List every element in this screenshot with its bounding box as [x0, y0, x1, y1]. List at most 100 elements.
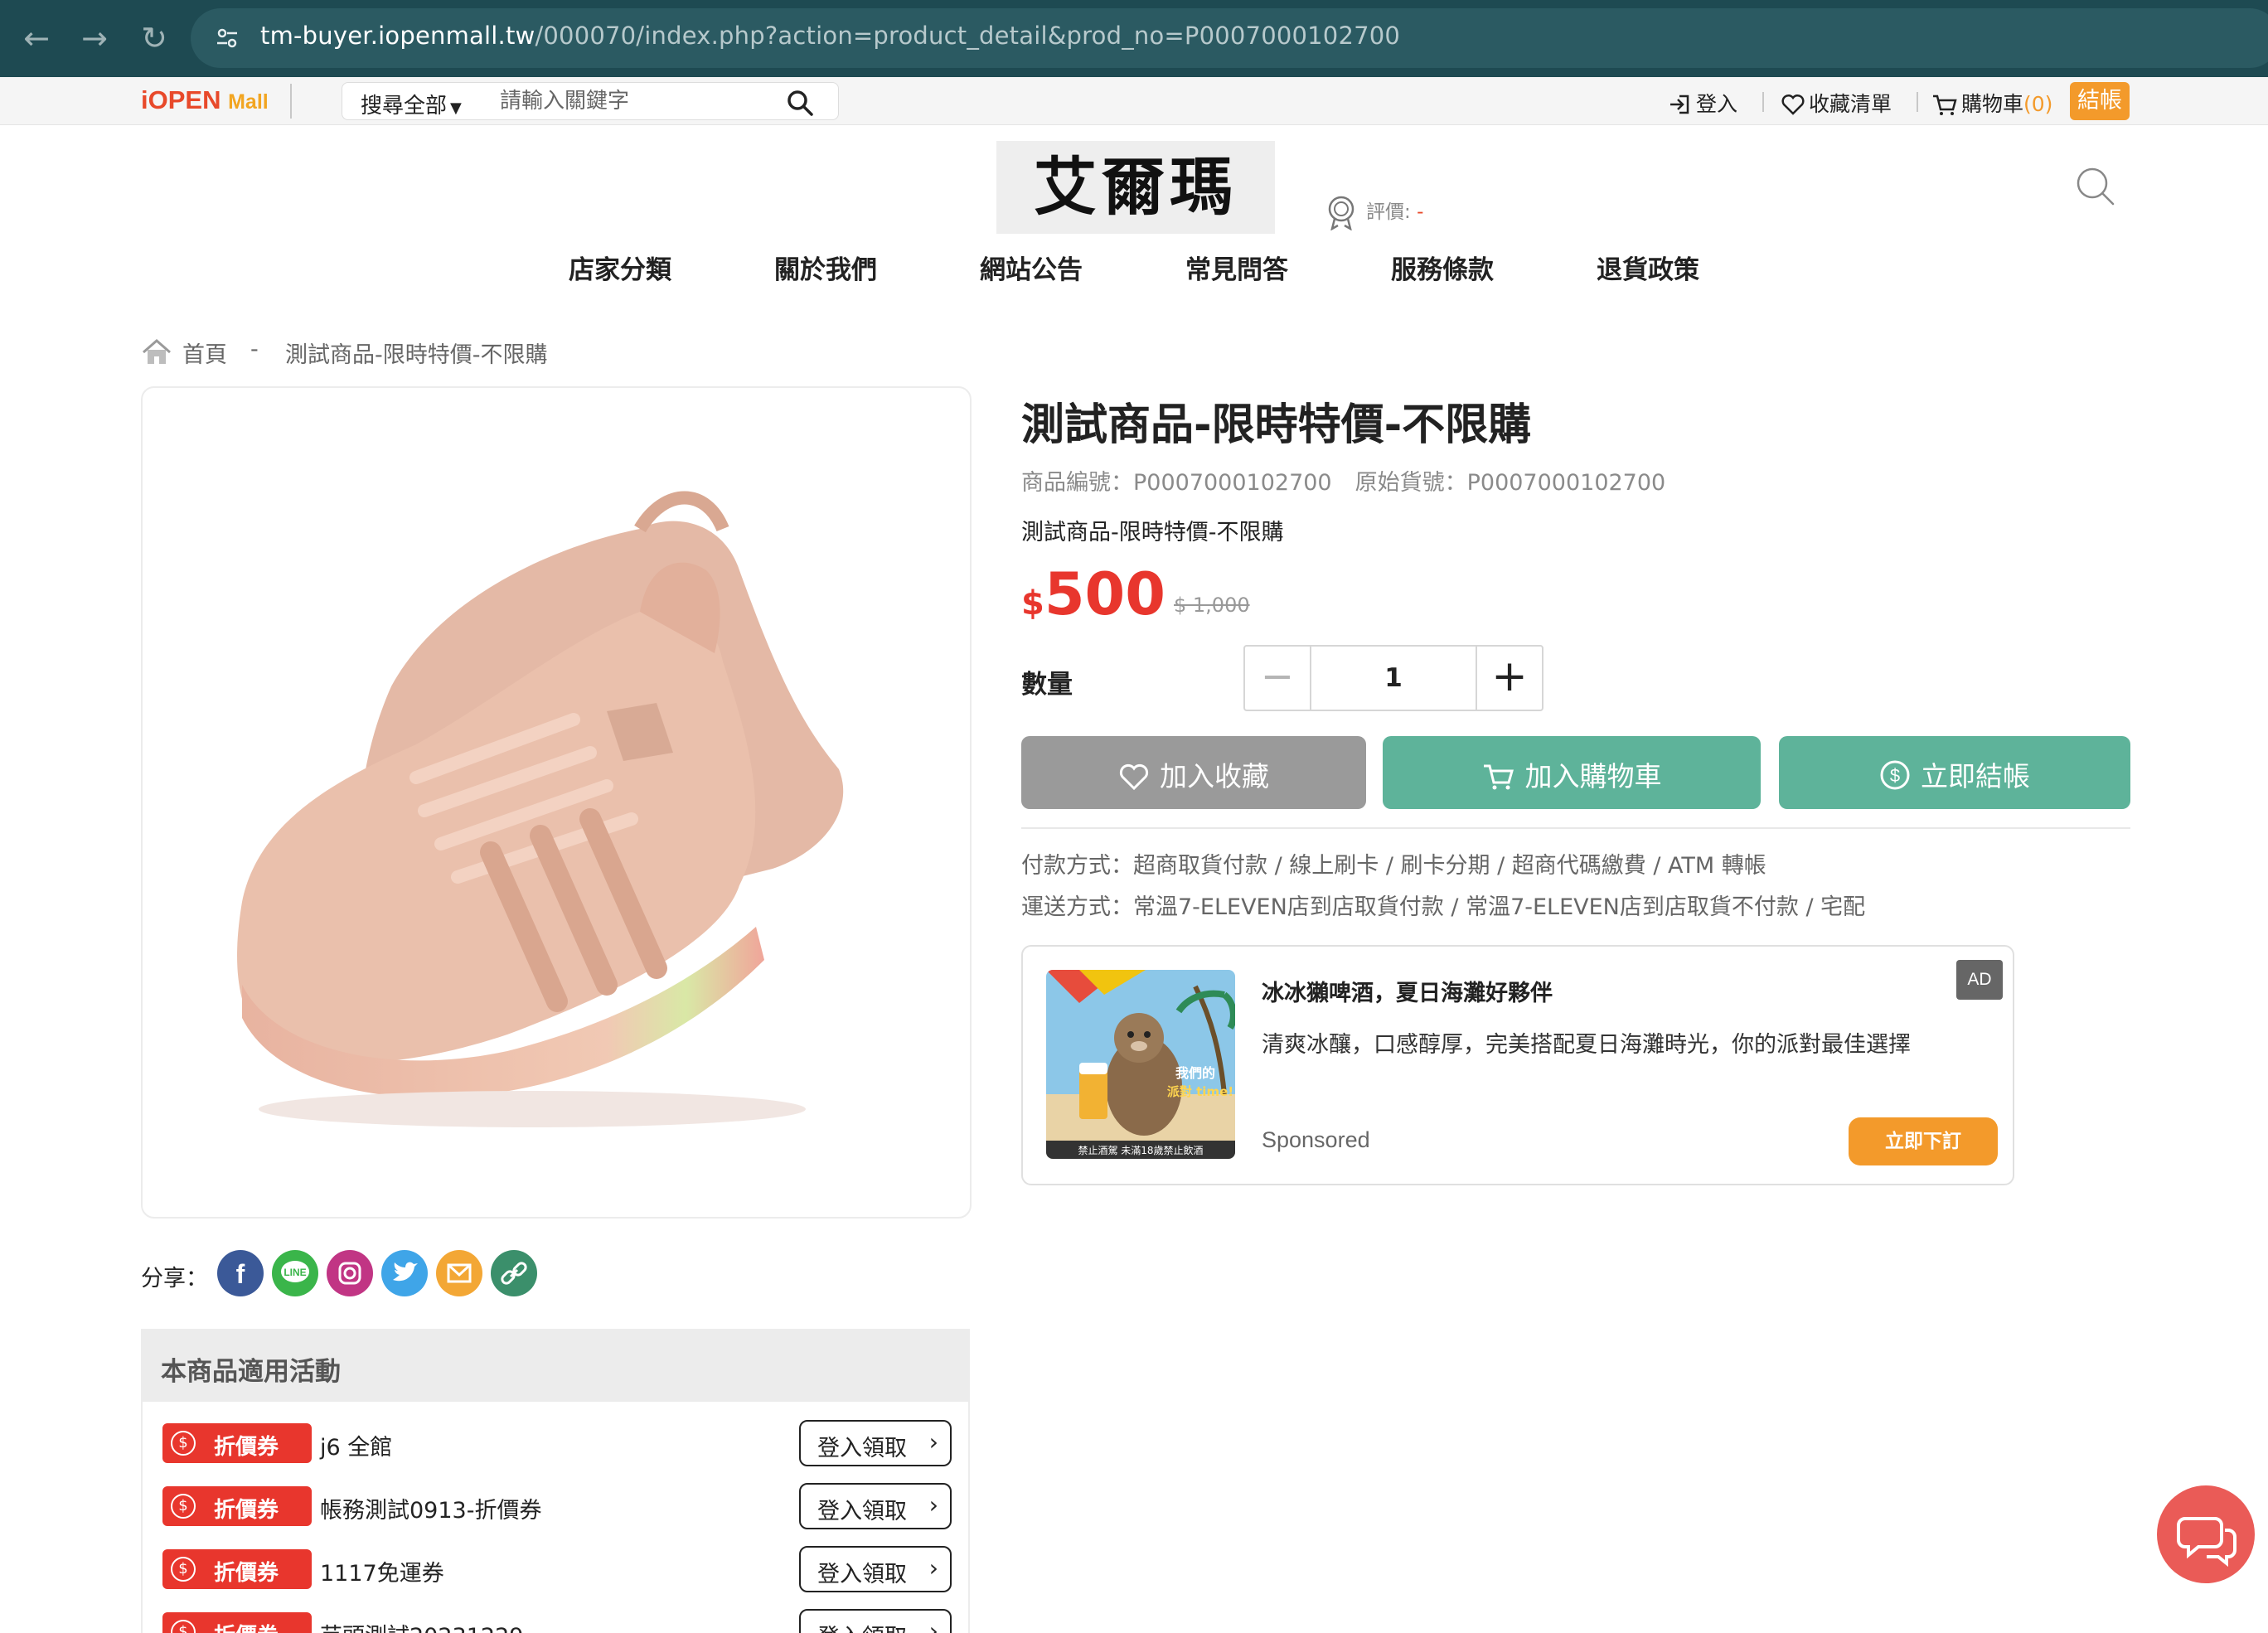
share-label: 分享：: [141, 1266, 208, 1291]
url-text: tm-buyer.iopenmall.tw/000070/index.php?a…: [260, 22, 1400, 50]
ad-image-caption-2: 派對 time!: [1167, 1084, 1233, 1099]
product-subtitle: 測試商品-限時特價-不限購: [1021, 520, 1284, 545]
product-code: 商品編號：P0007000102700: [1021, 470, 1332, 496]
breadcrumb-home[interactable]: 首頁: [182, 337, 227, 369]
chat-button[interactable]: [2157, 1485, 2255, 1583]
reload-icon[interactable]: ↻: [134, 18, 174, 58]
rating-value: -: [1417, 201, 1424, 223]
product-title: 測試商品-限時特價-不限購: [1021, 400, 1532, 450]
utility-bar: iOPEN Mall 搜尋全部▼ 登入 收藏清單 購物車(0) 結帳: [0, 77, 2268, 125]
checkout-button[interactable]: 結帳: [2070, 82, 2130, 120]
wishlist-link[interactable]: 收藏清單: [1781, 88, 1892, 118]
ad-image-footer: 禁止酒駕 未滿18歲禁止飲酒: [1078, 1144, 1203, 1156]
product-image[interactable]: [141, 386, 972, 1219]
facebook-icon[interactable]: f: [217, 1250, 264, 1296]
search-icon[interactable]: [785, 88, 815, 118]
address-bar[interactable]: tm-buyer.iopenmall.tw/000070/index.php?a…: [191, 8, 2268, 68]
back-icon[interactable]: ←: [17, 18, 56, 58]
store-rating: 評價: -: [1366, 196, 1423, 224]
site-settings-icon[interactable]: [214, 25, 240, 51]
claim-coupon-button[interactable]: 登入領取 ›: [799, 1420, 952, 1466]
quantity-increase-button[interactable]: +: [1476, 647, 1542, 710]
login-icon: [1670, 94, 1689, 114]
caret-down-icon: ▼: [450, 99, 462, 117]
dollar-icon: $: [171, 1494, 196, 1519]
list-item: $ 折價券 j6 全館 登入領取 ›: [162, 1420, 952, 1466]
claim-coupon-button[interactable]: 登入領取 ›: [799, 1483, 952, 1529]
nav-item-announcements[interactable]: 網站公告: [980, 249, 1083, 286]
coupon-name: j6 全館: [320, 1435, 393, 1461]
nav-item-faq[interactable]: 常見問答: [1185, 249, 1288, 286]
iopen-mall-logo[interactable]: iOPEN Mall: [141, 85, 269, 115]
ad-image[interactable]: 我們的 派對 time! 禁止酒駕 未滿18歲禁止飲酒: [1046, 970, 1235, 1159]
copy-link-icon[interactable]: [491, 1250, 537, 1296]
dollar-circle-icon: $: [1880, 760, 1910, 790]
buy-now-button[interactable]: $ 立即結帳: [1779, 736, 2130, 809]
ad-description: 清爽冰釀，口感醇厚，完美搭配夏日海灘時光，你的派對最佳選擇: [1262, 1032, 1911, 1058]
store-logo[interactable]: 艾爾瑪: [996, 141, 1275, 234]
nav-item-categories[interactable]: 店家分類: [569, 249, 671, 286]
payment-methods: 付款方式：超商取貨付款 / 線上刷卡 / 刷卡分期 / 超商代碼繳費 / ATM…: [1021, 847, 1766, 879]
line-icon[interactable]: LINE: [272, 1250, 318, 1296]
claim-coupon-label: 登入領取: [817, 1562, 907, 1587]
original-price: $ 1,000: [1174, 594, 1250, 617]
instagram-icon[interactable]: [327, 1250, 373, 1296]
nav-item-return-policy[interactable]: 退貨政策: [1597, 249, 1699, 286]
rating-label: 評價:: [1366, 201, 1411, 223]
logo-main: iOPEN: [141, 85, 221, 114]
breadcrumb-separator: -: [250, 337, 259, 362]
coupon-badge: $ 折價券: [162, 1612, 312, 1633]
cart-count: (0): [2023, 92, 2053, 116]
nav-item-terms[interactable]: 服務條款: [1391, 249, 1494, 286]
logo-sub: Mall: [228, 90, 269, 114]
url-host: tm-buyer.iopenmall.tw: [260, 22, 536, 50]
coupon-name: 帳務測試0913-折價券: [320, 1498, 542, 1524]
svg-text:f: f: [236, 1259, 245, 1289]
home-icon[interactable]: [141, 338, 172, 366]
claim-coupon-button[interactable]: 登入領取 ›: [799, 1609, 952, 1633]
price-amount: 500: [1044, 560, 1166, 628]
coupon-badge-label: 折價券: [214, 1561, 279, 1586]
cart-icon: [1483, 764, 1514, 790]
coupon-name: 芸頭測試20231229: [320, 1618, 523, 1633]
search-input[interactable]: [500, 86, 782, 116]
add-to-wishlist-label: 加入收藏: [1160, 760, 1269, 792]
original-product-code: 原始貨號：P0007000102700: [1354, 470, 1666, 496]
ad-badge: AD: [1956, 960, 2003, 1000]
rating-badge-icon: [1328, 196, 1354, 230]
shipping-methods: 運送方式：常溫7-ELEVEN店到店取貨付款 / 常溫7-ELEVEN店到店取貨…: [1021, 889, 1865, 921]
price-currency: $: [1021, 584, 1044, 623]
divider: [1917, 92, 1918, 112]
quantity-value[interactable]: 1: [1311, 647, 1476, 710]
search-scope-label: 搜尋全部: [361, 94, 448, 119]
nav-item-about[interactable]: 關於我們: [774, 249, 877, 286]
ad-order-button[interactable]: 立即下訂: [1849, 1117, 1998, 1165]
heart-icon: [1781, 94, 1805, 115]
twitter-icon[interactable]: [381, 1250, 428, 1296]
chevron-right-icon: ›: [928, 1428, 938, 1456]
email-icon[interactable]: [436, 1250, 482, 1296]
claim-coupon-button[interactable]: 登入領取 ›: [799, 1546, 952, 1592]
forward-icon[interactable]: →: [75, 18, 114, 58]
search-icon[interactable]: [2075, 166, 2116, 207]
dollar-icon: $: [171, 1431, 196, 1456]
cart-label: 購物車: [1961, 92, 2024, 116]
activities-title: 本商品適用活動: [161, 1357, 341, 1387]
login-link[interactable]: 登入: [1668, 88, 1737, 118]
ad-image-caption-1: 我們的: [1175, 1065, 1215, 1081]
svg-text:LINE: LINE: [284, 1267, 306, 1278]
claim-coupon-label: 登入領取: [817, 1619, 907, 1633]
sponsored-ad[interactable]: 我們的 派對 time! 禁止酒駕 未滿18歲禁止飲酒 冰冰獺啤酒，夏日海灘好夥…: [1021, 945, 2014, 1185]
browser-toolbar: ← → ↻ tm-buyer.iopenmall.tw/000070/index…: [0, 0, 2268, 77]
search-scope-select[interactable]: 搜尋全部 ▼: [361, 89, 462, 119]
payment-values: 超商取貨付款 / 線上刷卡 / 刷卡分期 / 超商代碼繳費 / ATM 轉帳: [1133, 853, 1766, 879]
add-to-wishlist-button[interactable]: 加入收藏: [1021, 736, 1366, 809]
divider: [1021, 827, 2130, 829]
list-item: $ 折價券 帳務測試0913-折價券 登入領取 ›: [162, 1483, 952, 1529]
add-to-cart-button[interactable]: 加入購物車: [1383, 736, 1761, 809]
quantity-decrease-button[interactable]: −: [1245, 647, 1311, 710]
wishlist-label: 收藏清單: [1809, 92, 1892, 116]
cart-link[interactable]: 購物車(0): [1931, 88, 2052, 118]
list-item: $ 折價券 芸頭測試20231229 登入領取 ›: [162, 1609, 952, 1633]
add-to-cart-label: 加入購物車: [1524, 760, 1662, 792]
